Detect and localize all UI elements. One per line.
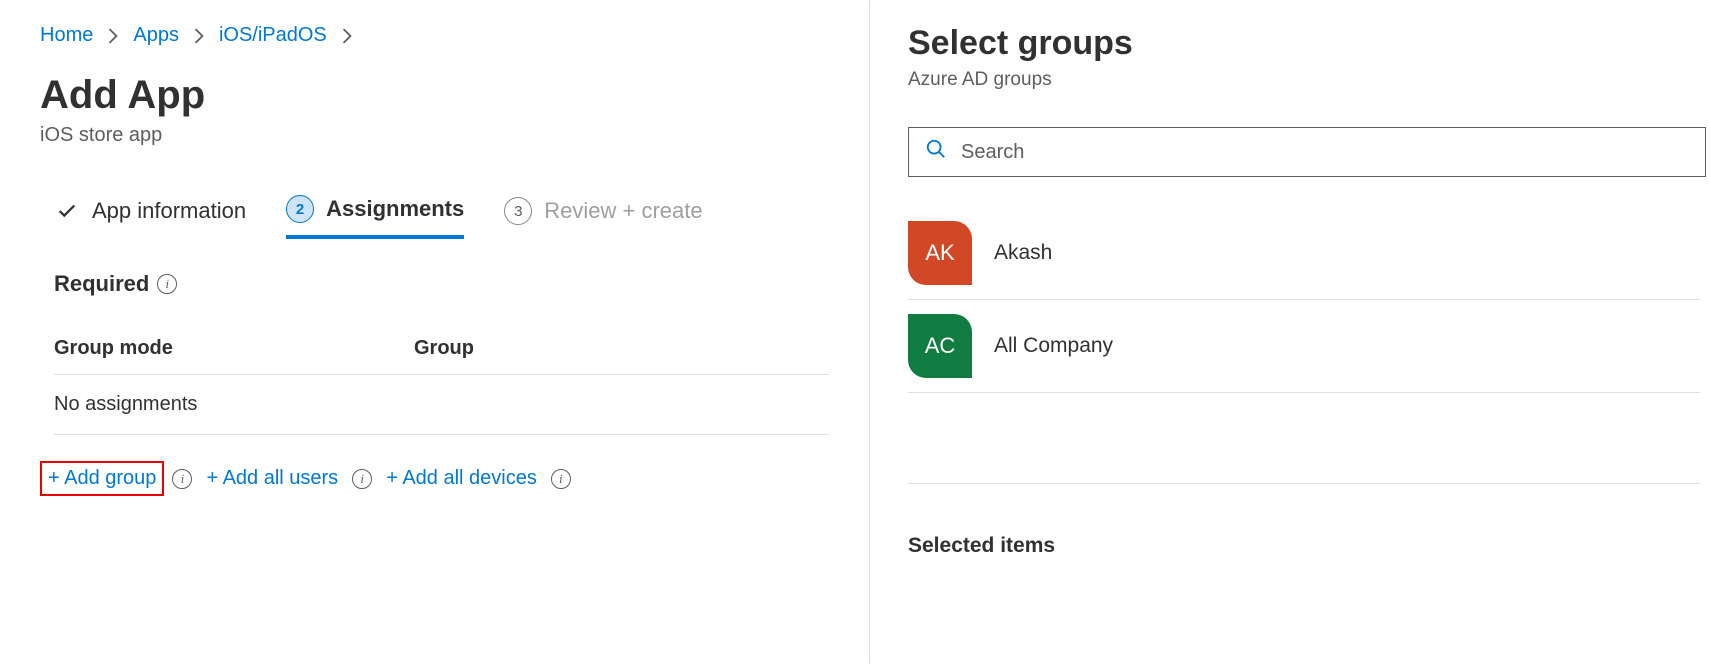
avatar: AC (908, 314, 972, 378)
assignment-actions: + Add group i + Add all users i + Add al… (40, 461, 829, 496)
tab-label: Assignments (326, 196, 464, 222)
info-icon[interactable]: i (551, 469, 571, 489)
add-group-button[interactable]: + Add group (40, 461, 164, 496)
breadcrumb: Home Apps iOS/iPadOS (40, 24, 829, 47)
info-icon[interactable]: i (157, 274, 177, 294)
chevron-right-icon (341, 28, 353, 44)
avatar: AK (908, 221, 972, 285)
breadcrumb-apps[interactable]: Apps (133, 24, 179, 47)
section-required-label: Required (54, 271, 149, 297)
add-all-devices-button[interactable]: + Add all devices (380, 463, 543, 494)
divider (908, 483, 1700, 484)
page-title: Add App (40, 73, 829, 118)
tab-label: App information (92, 198, 246, 224)
group-name: Akash (994, 241, 1052, 265)
panel-title: Select groups (908, 24, 1710, 63)
tab-label: Review + create (544, 198, 702, 224)
search-box[interactable] (908, 127, 1706, 177)
step-number-icon: 2 (286, 195, 314, 223)
add-all-users-button[interactable]: + Add all users (200, 463, 344, 494)
info-icon[interactable]: i (172, 469, 192, 489)
group-name: All Company (994, 334, 1113, 358)
selected-items-heading: Selected items (908, 534, 1710, 558)
tab-app-information[interactable]: App information (54, 198, 246, 236)
chevron-right-icon (107, 28, 119, 44)
search-icon (925, 138, 947, 166)
group-item-akash[interactable]: AK Akash (908, 207, 1700, 300)
select-groups-panel: Select groups Azure AD groups AK Akash A… (870, 0, 1710, 664)
panel-subtitle: Azure AD groups (908, 69, 1710, 91)
checkmark-icon (54, 200, 80, 222)
main-content: Home Apps iOS/iPadOS Add App iOS store a… (0, 0, 870, 664)
col-group: Group (414, 337, 474, 360)
wizard-tabs: App information 2 Assignments 3 Review +… (54, 195, 829, 239)
assignments-table-header: Group mode Group (54, 337, 829, 375)
breadcrumb-home[interactable]: Home (40, 24, 93, 47)
table-row-empty: No assignments (54, 375, 829, 435)
chevron-right-icon (193, 28, 205, 44)
col-group-mode: Group mode (54, 337, 414, 360)
page-subtitle: iOS store app (40, 124, 829, 147)
breadcrumb-ios[interactable]: iOS/iPadOS (219, 24, 327, 47)
step-number-icon: 3 (504, 197, 532, 225)
section-required-heading: Required i (54, 271, 829, 297)
search-input[interactable] (961, 141, 1689, 164)
tab-assignments[interactable]: 2 Assignments (286, 195, 464, 239)
group-item-all-company[interactable]: AC All Company (908, 300, 1700, 393)
group-list: AK Akash AC All Company (908, 207, 1710, 393)
info-icon[interactable]: i (352, 469, 372, 489)
tab-review-create[interactable]: 3 Review + create (504, 197, 702, 237)
